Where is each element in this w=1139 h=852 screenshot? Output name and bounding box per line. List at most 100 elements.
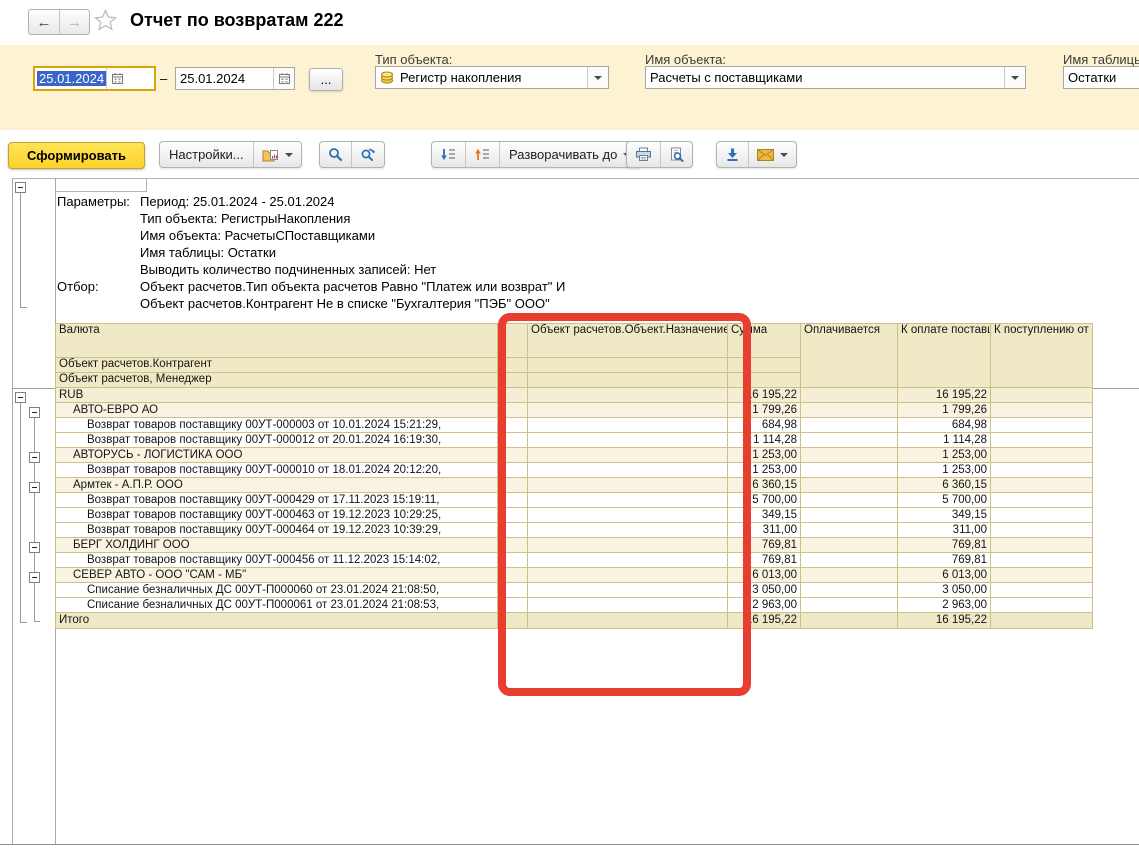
col-header-to-pay[interactable]: К оплате поставщику [898,324,991,388]
cell[interactable] [991,553,1093,568]
cell-pay[interactable]: 1 253,00 [898,463,991,478]
generate-button[interactable]: Сформировать [8,142,145,169]
cell[interactable] [991,403,1093,418]
cell-label[interactable]: БЕРГ ХОЛДИНГ ООО [56,538,498,553]
cell[interactable] [801,523,898,538]
collapse-toggle[interactable] [15,392,26,403]
collapse-toggle[interactable] [29,482,40,493]
cell-label[interactable]: Возврат товаров поставщику 00УТ-000003 о… [56,418,498,433]
cell[interactable] [801,553,898,568]
cell-pay[interactable]: 1 799,26 [898,403,991,418]
report-variants-button[interactable] [253,142,301,167]
cell-label[interactable]: АВТО-ЕВРО АО [56,403,498,418]
save-button[interactable] [717,142,748,167]
dropdown-arrow-icon[interactable] [587,67,608,88]
cell-label[interactable]: Возврат товаров поставщику 00УТ-000012 о… [56,433,498,448]
cell[interactable] [991,493,1093,508]
cell-pay[interactable]: 3 050,00 [898,583,991,598]
col-header-paid[interactable]: Оплачивается [801,324,898,388]
cell[interactable] [801,493,898,508]
cell-label[interactable]: Возврат товаров поставщику 00УТ-000463 о… [56,508,498,523]
cell[interactable] [801,418,898,433]
dropdown-arrow-icon[interactable] [1004,67,1025,88]
cell[interactable] [991,598,1093,613]
collapse-groups-button[interactable] [432,142,465,167]
object-name-select[interactable]: Расчеты с поставщиками [645,66,1026,89]
cell-pay[interactable]: 769,81 [898,538,991,553]
cell[interactable] [991,568,1093,583]
cell-label[interactable]: Возврат товаров поставщику 00УТ-000456 о… [56,553,498,568]
favorite-star-button[interactable] [94,9,117,36]
cell-label[interactable]: RUB [56,388,498,403]
print-preview-button[interactable] [660,142,692,167]
col-header-to-receive[interactable]: К поступлению от поставщика [991,324,1093,388]
cell[interactable] [801,478,898,493]
cell[interactable] [801,433,898,448]
col-header-manager[interactable]: Объект расчетов, Менеджер [56,373,498,388]
cell[interactable] [991,538,1093,553]
cell-pay[interactable]: 16 195,22 [898,613,991,629]
cell-label[interactable]: Списание безналичных ДС 00УТ-П000060 от … [56,583,498,598]
find-next-button[interactable] [351,142,384,167]
cell[interactable] [991,613,1093,629]
cell[interactable] [801,388,898,403]
cell[interactable] [991,418,1093,433]
cell[interactable] [801,538,898,553]
collapse-toggle[interactable] [15,182,26,193]
expand-to-button[interactable]: Разворачивать до [499,142,640,167]
cell[interactable] [801,568,898,583]
col-header-currency[interactable]: Валюта [56,324,498,358]
period-from-input[interactable]: 25.01.2024 [33,66,156,91]
cell[interactable] [991,463,1093,478]
settings-button[interactable]: Настройки... [160,142,253,167]
cell[interactable] [991,523,1093,538]
cell[interactable] [991,433,1093,448]
cell-pay[interactable]: 1 253,00 [898,448,991,463]
cell[interactable] [801,463,898,478]
cell[interactable] [991,583,1093,598]
cell-label[interactable]: Армтек - А.П.Р. ООО [56,478,498,493]
collapse-toggle[interactable] [29,452,40,463]
cell-label[interactable]: Возврат товаров поставщику 00УТ-000464 о… [56,523,498,538]
expand-groups-button[interactable] [465,142,499,167]
cell-pay[interactable]: 6 360,15 [898,478,991,493]
cell[interactable] [801,583,898,598]
send-email-button[interactable] [748,142,796,167]
cell-pay[interactable]: 769,81 [898,553,991,568]
cell[interactable] [991,388,1093,403]
print-button[interactable] [627,142,660,167]
cell-pay[interactable]: 6 013,00 [898,568,991,583]
find-button[interactable] [320,142,351,167]
cell-label[interactable]: Итого [56,613,498,629]
collapse-toggle[interactable] [29,542,40,553]
period-more-button[interactable]: ... [309,68,343,91]
collapse-toggle[interactable] [29,407,40,418]
collapse-toggle[interactable] [29,572,40,583]
cell[interactable] [801,508,898,523]
cell-pay[interactable]: 349,15 [898,508,991,523]
col-header-counterparty[interactable]: Объект расчетов.Контрагент [56,358,498,373]
cell-pay[interactable]: 2 963,00 [898,598,991,613]
cell[interactable] [801,598,898,613]
cell-pay[interactable]: 16 195,22 [898,388,991,403]
cell[interactable] [991,508,1093,523]
period-to-input[interactable]: 25.01.2024 [175,67,295,90]
cell[interactable] [991,478,1093,493]
back-button[interactable]: ← [29,10,59,34]
object-type-select[interactable]: Регистр накопления [375,66,609,89]
cell-pay[interactable]: 684,98 [898,418,991,433]
cell-label[interactable]: АВТОРУСЬ - ЛОГИСТИКА ООО [56,448,498,463]
cell-label[interactable]: Возврат товаров поставщику 00УТ-000429 о… [56,493,498,508]
cell-label[interactable]: Списание безналичных ДС 00УТ-П000061 от … [56,598,498,613]
cell-pay[interactable]: 1 114,28 [898,433,991,448]
calendar-icon[interactable] [106,68,127,89]
calendar-icon[interactable] [273,68,294,89]
cell[interactable] [991,448,1093,463]
cell[interactable] [801,403,898,418]
table-name-input[interactable]: Остатки [1063,66,1139,89]
cell-label[interactable]: Возврат товаров поставщику 00УТ-000010 о… [56,463,498,478]
forward-button[interactable]: → [59,10,89,34]
cell[interactable] [801,448,898,463]
cell-pay[interactable]: 311,00 [898,523,991,538]
cell-pay[interactable]: 5 700,00 [898,493,991,508]
